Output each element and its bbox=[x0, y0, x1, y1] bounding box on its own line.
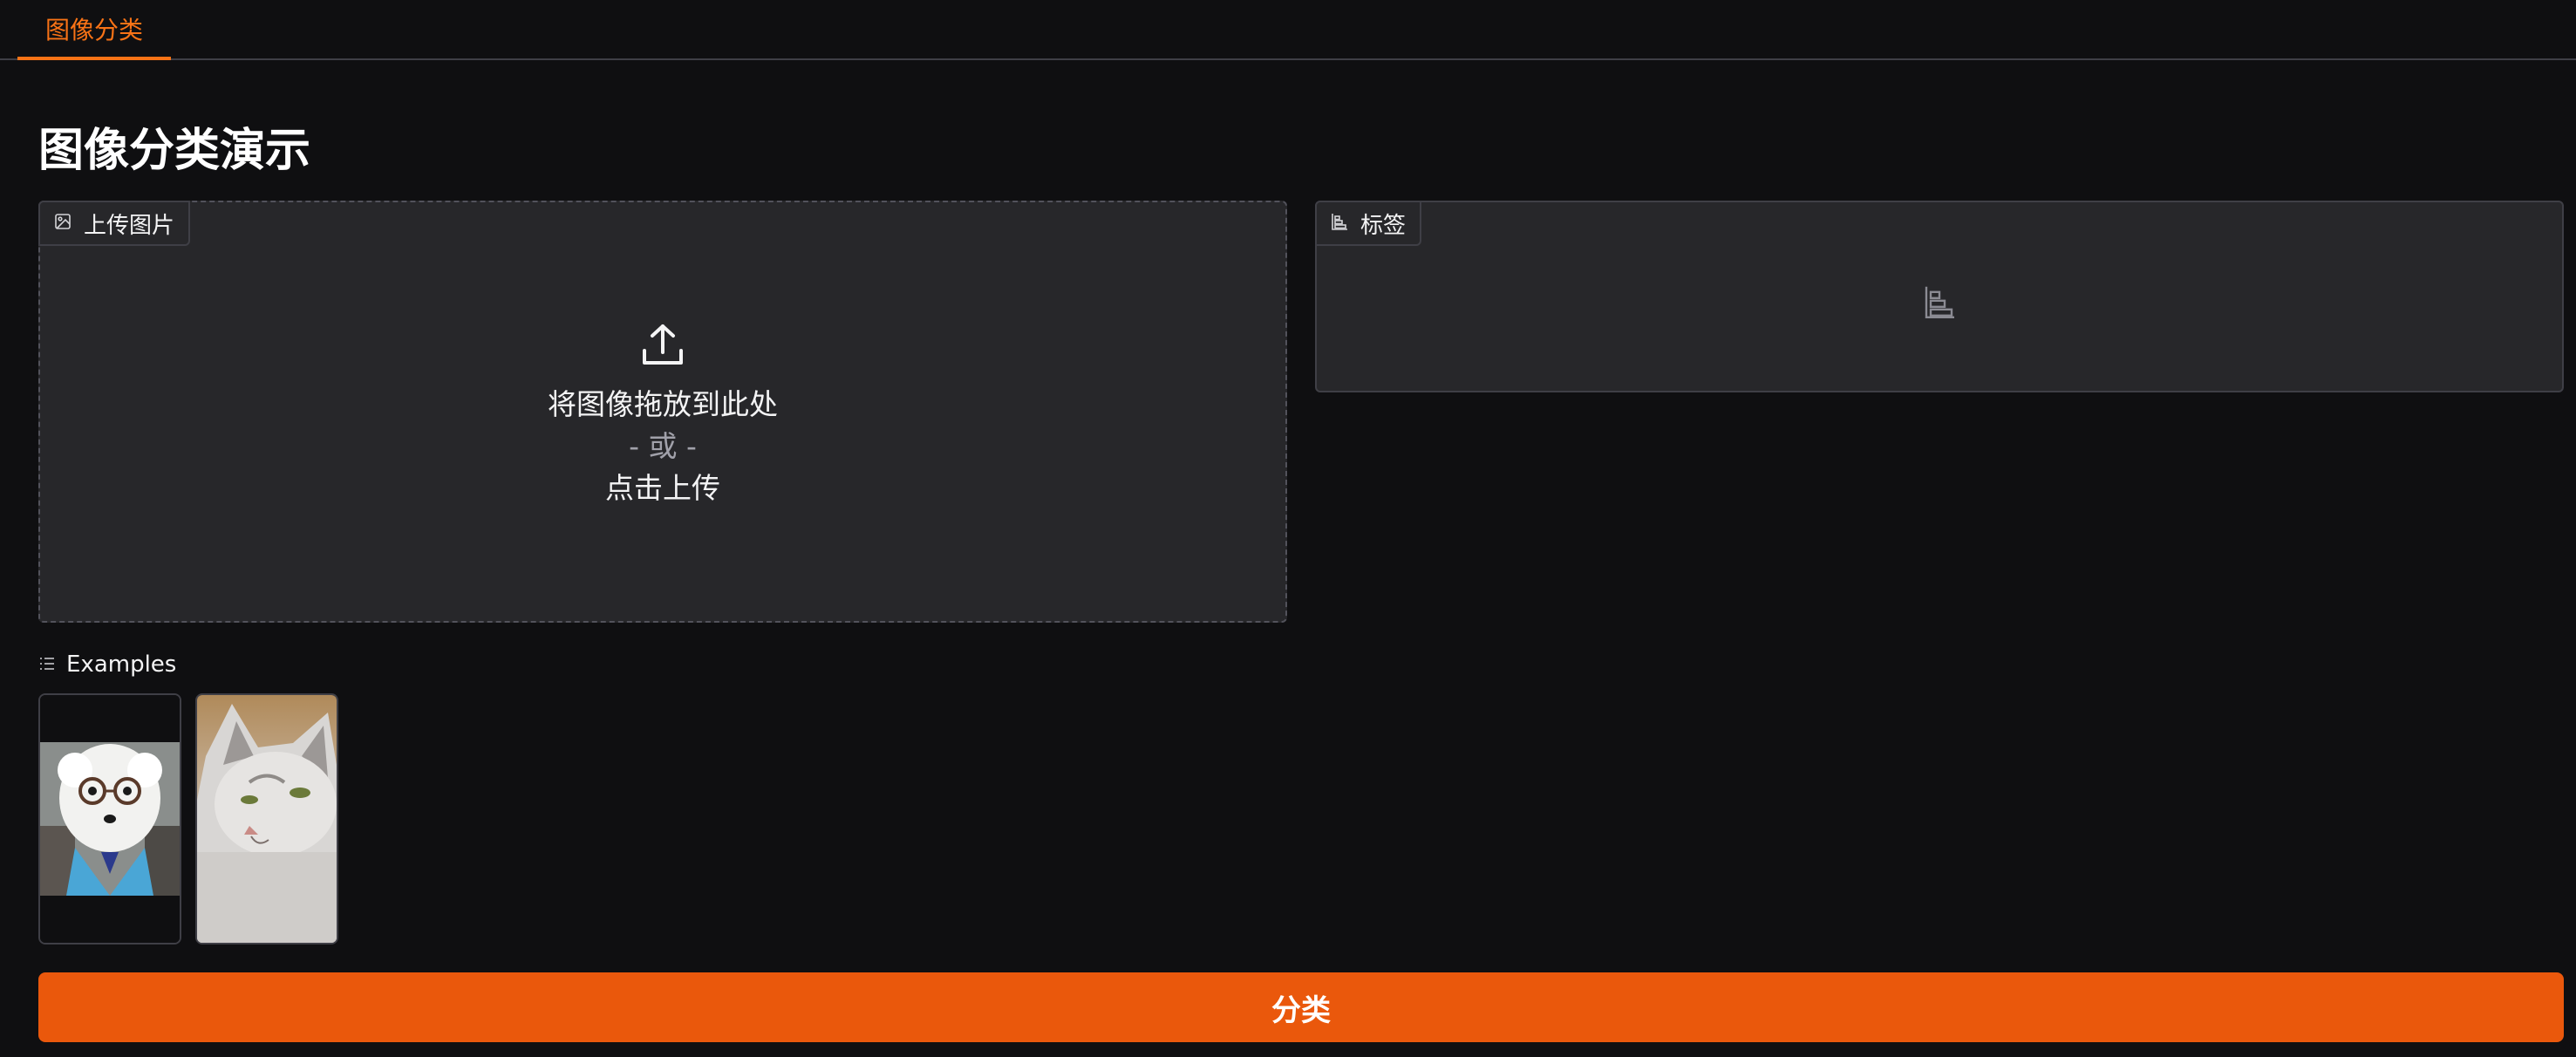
or-divider: - 或 - bbox=[629, 429, 697, 463]
label-panel-tag: 标签 bbox=[1315, 201, 1422, 246]
tab-image-classification[interactable]: 图像分类 bbox=[17, 0, 171, 60]
page-title: 图像分类演示 bbox=[38, 125, 311, 177]
label-output-panel: 标签 bbox=[1315, 201, 2564, 392]
classify-button[interactable]: 分类 bbox=[38, 972, 2564, 1042]
bar-chart-icon bbox=[1331, 210, 1348, 236]
label-panel-label: 标签 bbox=[1360, 212, 1407, 239]
upload-icon bbox=[641, 323, 685, 372]
examples-header: Examples bbox=[38, 649, 176, 680]
dropzone-content[interactable]: 将图像拖放到此处 - 或 - 点击上传 bbox=[40, 202, 1285, 621]
click-to-upload[interactable]: 点击上传 bbox=[605, 467, 720, 509]
bar-chart-icon bbox=[1924, 285, 1955, 324]
example-grey-cat[interactable] bbox=[195, 693, 338, 944]
example-dog-with-glasses[interactable] bbox=[38, 693, 181, 944]
tab-bar: 图像分类 bbox=[0, 0, 2576, 60]
cat-photo-thumbnail bbox=[197, 695, 337, 943]
image-upload-dropzone[interactable]: 上传图片 将图像拖放到此处 - 或 - 点击上传 bbox=[38, 201, 1287, 623]
drop-instructions: 将图像拖放到此处 bbox=[548, 387, 778, 421]
list-icon bbox=[38, 651, 56, 678]
examples-title: Examples bbox=[66, 651, 177, 678]
tab-label: 图像分类 bbox=[44, 15, 143, 44]
dog-photo-thumbnail bbox=[40, 695, 180, 943]
